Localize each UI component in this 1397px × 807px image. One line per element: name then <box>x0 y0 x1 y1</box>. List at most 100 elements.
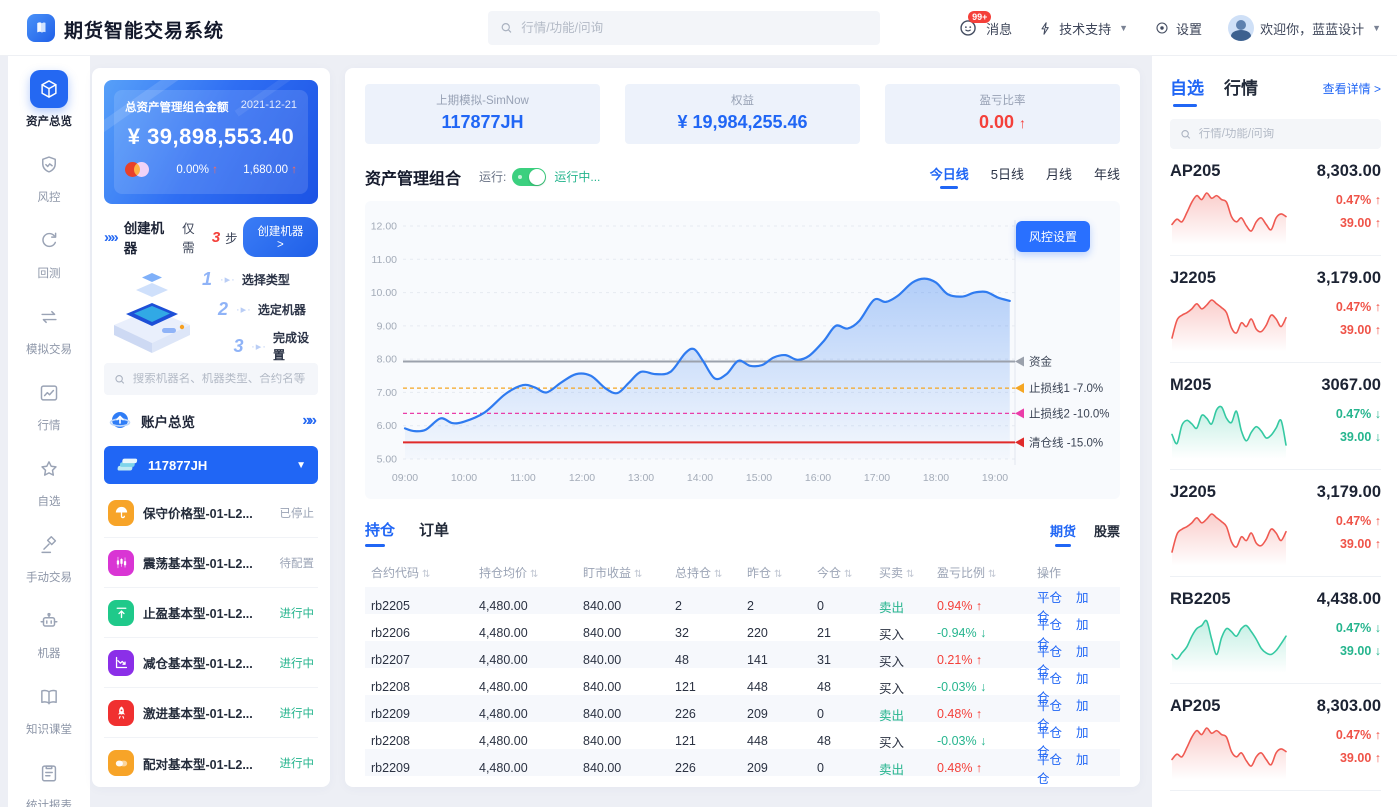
robot-search[interactable] <box>104 363 318 395</box>
support-menu[interactable]: 技术支持 ▼ <box>1038 19 1128 38</box>
sidebar-item-assets-overview[interactable]: 资产总览 <box>26 70 72 129</box>
robot-list-item[interactable]: 配对基本型-01-L2...进行中 <box>104 738 318 788</box>
robot-list-item[interactable]: 激进基本型-01-L2...进行中 <box>104 688 318 738</box>
timeframe-tab[interactable]: 5日线 <box>991 164 1024 189</box>
watchlist-tab[interactable]: 行情 <box>1224 74 1258 107</box>
run-toggle[interactable] <box>512 168 546 186</box>
sidebar-item-manual-trading[interactable]: 手动交易 <box>26 526 72 585</box>
column-header[interactable]: 买卖⇅ <box>879 564 937 581</box>
timeframe-tab[interactable]: 月线 <box>1046 164 1072 189</box>
instrument-tab[interactable]: 股票 <box>1094 521 1120 547</box>
robot-search-input[interactable] <box>133 373 308 385</box>
column-header[interactable]: 持仓均价⇅ <box>479 564 583 581</box>
global-search[interactable] <box>488 11 880 45</box>
change-percent: 0.47% ↑ <box>1336 300 1381 314</box>
instrument-tab[interactable]: 期货 <box>1050 521 1076 547</box>
threshold-label: 清仓线 -15.0% <box>1029 435 1103 449</box>
robot-name: 减仓基本型-01-L2... <box>143 653 253 672</box>
sort-icon[interactable]: ⇅ <box>844 569 852 580</box>
cell-contract-code: rb2209 <box>371 707 479 721</box>
user-menu[interactable]: 欢迎你，蓝蓝设计 ▼ <box>1228 15 1381 41</box>
watchlist-tab[interactable]: 自选 <box>1170 74 1204 107</box>
watchlist-item-header: M2053067.00 <box>1170 376 1381 395</box>
column-header[interactable]: 今仓⇅ <box>817 564 879 581</box>
timeframe-tab[interactable]: 今日线 <box>930 164 969 189</box>
sidebar-item-label: 自选 <box>38 493 61 509</box>
watchlist-item-metrics: 0.47% ↓39.00 ↓ <box>1336 621 1381 667</box>
cell-side: 买入 <box>879 678 937 697</box>
column-header[interactable]: 总持仓⇅ <box>675 564 747 581</box>
robot-list-item[interactable]: 震荡基本型-01-L2...待配置 <box>104 538 318 588</box>
robot-list-item[interactable]: 保守价格型-01-L2...已停止 <box>104 488 318 538</box>
swap-icon <box>30 298 68 336</box>
total-assets-amount: ¥ 39,898,553.40 <box>125 124 297 150</box>
sidebar-item-robots[interactable]: 机器 <box>30 602 68 661</box>
sort-icon[interactable]: ⇅ <box>422 569 430 580</box>
risk-settings-button[interactable]: 风控设置 <box>1016 221 1090 252</box>
stat-card: 权益¥ 19,984,255.46 <box>625 84 860 144</box>
global-search-input[interactable] <box>521 21 868 35</box>
watchlist-item[interactable]: AP2058,303.000.47% ↑39.00 ↑ <box>1170 149 1381 256</box>
sidebar-item-backtest[interactable]: 回测 <box>30 222 68 281</box>
settings-button[interactable]: 设置 <box>1154 19 1202 38</box>
sidebar-item-watchlist[interactable]: 自选 <box>30 450 68 509</box>
positions-tab[interactable]: 持仓 <box>365 519 395 547</box>
cell-contract-code: rb2209 <box>371 761 479 775</box>
action-link-close[interactable]: 平仓 <box>1037 672 1062 686</box>
sort-icon[interactable]: ⇅ <box>774 569 782 580</box>
svg-text:10:00: 10:00 <box>451 472 477 484</box>
watchlist-item[interactable]: J22053,179.000.47% ↑39.00 ↑ <box>1170 256 1381 363</box>
cell-side: 买入 <box>879 651 937 670</box>
column-header[interactable]: 合约代码⇅ <box>371 564 479 581</box>
action-link-close[interactable]: 平仓 <box>1037 726 1062 740</box>
action-link-close[interactable]: 平仓 <box>1037 618 1062 632</box>
column-header[interactable]: 盯市收益⇅ <box>583 564 675 581</box>
book-icon <box>30 678 68 716</box>
watchlist-item[interactable]: M2053067.000.47% ↓39.00 ↓ <box>1170 363 1381 470</box>
column-header[interactable]: 盈亏比例⇅ <box>937 564 1037 581</box>
cell-today-position: 31 <box>817 653 879 667</box>
action-link-close[interactable]: 平仓 <box>1037 591 1062 605</box>
create-robot-button[interactable]: 创建机器 > <box>243 217 318 257</box>
action-link-close[interactable]: 平仓 <box>1037 699 1062 713</box>
robot-list: 保守价格型-01-L2...已停止震荡基本型-01-L2...待配置止盈基本型-… <box>104 488 318 788</box>
robot-list-item[interactable]: 止盈基本型-01-L2...进行中 <box>104 588 318 638</box>
sidebar-item-reports[interactable]: 统计报表 <box>26 754 72 807</box>
change-value: 39.00 ↑ <box>1336 323 1381 337</box>
cube-icon <box>30 70 68 108</box>
view-details-link[interactable]: 查看详情 > <box>1323 80 1381 107</box>
positions-tab[interactable]: 订单 <box>419 519 449 547</box>
sort-icon[interactable]: ⇅ <box>988 569 996 580</box>
sidebar-item-knowledge[interactable]: 知识课堂 <box>26 678 72 737</box>
watchlist-item[interactable]: J22053,179.000.47% ↑39.00 ↑ <box>1170 470 1381 577</box>
watchlist-item[interactable]: AP2058,303.000.47% ↑39.00 ↑ <box>1170 684 1381 791</box>
watchlist-item[interactable]: RB22054,438.000.47% ↓39.00 ↓ <box>1170 577 1381 684</box>
column-header[interactable]: 昨仓⇅ <box>747 564 817 581</box>
account-overview-row[interactable]: 账户总览 »» <box>104 409 318 433</box>
sort-icon[interactable]: ⇅ <box>714 569 722 580</box>
action-link-close[interactable]: 平仓 <box>1037 645 1062 659</box>
column-header[interactable]: 操作 <box>1037 564 1114 581</box>
action-link-close[interactable]: 平仓 <box>1037 753 1062 767</box>
robot-list-item[interactable]: 减仓基本型-01-L2...进行中 <box>104 638 318 688</box>
account-selector[interactable]: 117877JH ▼ <box>104 446 318 484</box>
sidebar-item-risk-control[interactable]: 风控 <box>30 146 68 205</box>
messages-button[interactable]: 99+ 消息 <box>958 17 1012 39</box>
cell-profit: 840.00 <box>583 653 675 667</box>
price-value: 3,179.00 <box>1317 483 1381 502</box>
change-percent: 0.47% ↓ <box>1336 407 1381 421</box>
sort-icon[interactable]: ⇅ <box>530 569 538 580</box>
change-percent: 0.47% ↑ <box>1336 514 1381 528</box>
watchlist-search[interactable] <box>1170 119 1381 149</box>
svg-text:19:00: 19:00 <box>982 472 1008 484</box>
sort-icon[interactable]: ⇅ <box>634 569 642 580</box>
cell-side: 卖出 <box>879 759 937 778</box>
double-chevron-icon[interactable]: »» <box>302 412 314 430</box>
chevron-down-icon: ▼ <box>296 460 306 471</box>
sort-icon[interactable]: ⇅ <box>906 569 914 580</box>
sidebar-item-market[interactable]: 行情 <box>30 374 68 433</box>
timeframe-tab[interactable]: 年线 <box>1094 164 1120 189</box>
create-robot-title: 创建机器 <box>124 217 177 257</box>
sidebar-item-sim-trading[interactable]: 模拟交易 <box>26 298 72 357</box>
watchlist-search-input[interactable] <box>1199 128 1371 140</box>
